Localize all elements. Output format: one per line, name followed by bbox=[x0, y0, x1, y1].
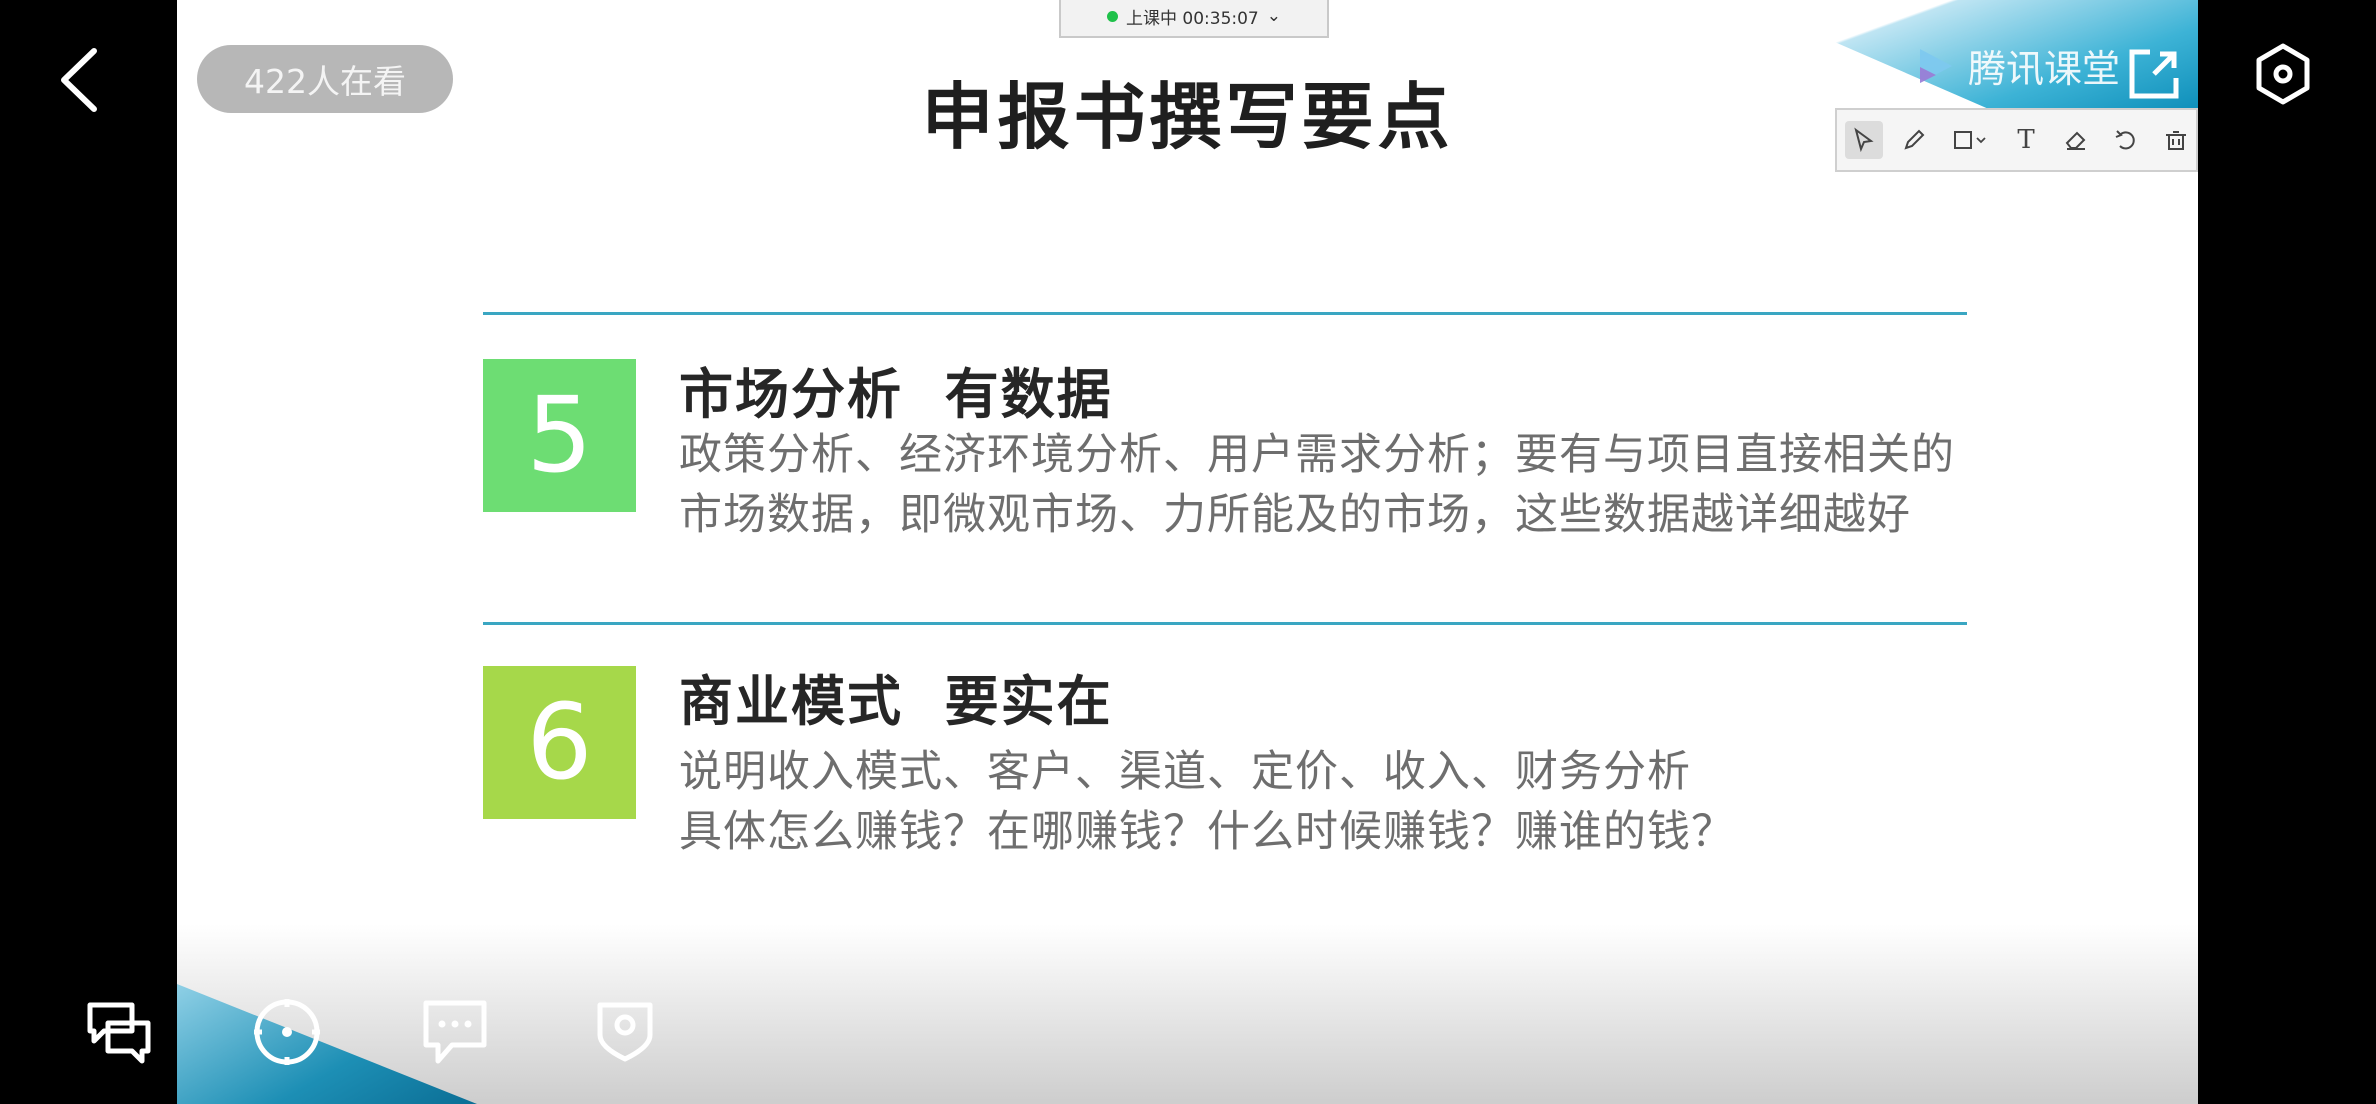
live-dot bbox=[1106, 10, 1118, 22]
item-body-line: 政策分析、经济环境分析、用户需求分析；要有与项目直接相关的 bbox=[679, 430, 1955, 480]
settings-icon[interactable] bbox=[2254, 42, 2312, 106]
chat-bubbles-icon[interactable] bbox=[84, 997, 154, 1067]
item-number-badge: 6 bbox=[483, 666, 636, 819]
item-body: 政策分析、经济环境分析、用户需求分析；要有与项目直接相关的 市场数据，即微观市场… bbox=[679, 425, 1955, 545]
item-body-line: 说明收入模式、客户、渠道、定价、收入、财务分析 bbox=[679, 747, 1691, 797]
item-heading: 市场分析 有数据 bbox=[679, 363, 1113, 426]
item-body-line: 具体怎么赚钱？在哪赚钱？什么时候赚钱？赚谁的钱？ bbox=[679, 807, 1735, 857]
item-heading: 商业模式 要实在 bbox=[679, 670, 1113, 733]
item-body: 说明收入模式、客户、渠道、定价、收入、财务分析 具体怎么赚钱？在哪赚钱？什么时候… bbox=[679, 742, 1735, 862]
text-tool-glyph: T bbox=[2017, 125, 2035, 155]
undo-icon[interactable] bbox=[2107, 121, 2145, 159]
drawing-toolbar: T bbox=[1835, 108, 2198, 172]
pen-icon[interactable] bbox=[1895, 121, 1933, 159]
item-body-line: 市场数据，即微观市场、力所能及的市场，这些数据越详细越好 bbox=[679, 490, 1911, 540]
divider bbox=[483, 622, 1967, 625]
text-icon[interactable]: T bbox=[2007, 121, 2045, 159]
slide-canvas: 腾讯课堂 上课中 00:35:07 ⌄ 申报书撰写要点 5 市场分析 有数据 政… bbox=[177, 0, 2198, 1104]
eraser-icon[interactable] bbox=[2057, 121, 2095, 159]
shape-icon[interactable] bbox=[1945, 121, 1995, 159]
chevron-down-icon: ⌄ bbox=[1266, 6, 1281, 26]
class-status-text: 上课中 00:35:07 bbox=[1125, 8, 1259, 29]
divider bbox=[483, 312, 1967, 315]
delete-icon[interactable] bbox=[2157, 121, 2195, 159]
viewer-count-badge: 422人在看 bbox=[197, 45, 453, 113]
compass-icon[interactable] bbox=[252, 997, 322, 1067]
viewer-count-text: 422人在看 bbox=[244, 62, 406, 101]
back-chevron-icon[interactable] bbox=[50, 45, 110, 115]
select-icon[interactable] bbox=[1845, 121, 1883, 159]
item-number-badge: 5 bbox=[483, 359, 636, 512]
message-icon[interactable] bbox=[420, 997, 490, 1067]
external-open-icon[interactable] bbox=[2124, 44, 2184, 104]
class-status-pill[interactable]: 上课中 00:35:07 ⌄ bbox=[1059, 0, 1329, 38]
shield-icon[interactable] bbox=[590, 997, 660, 1067]
